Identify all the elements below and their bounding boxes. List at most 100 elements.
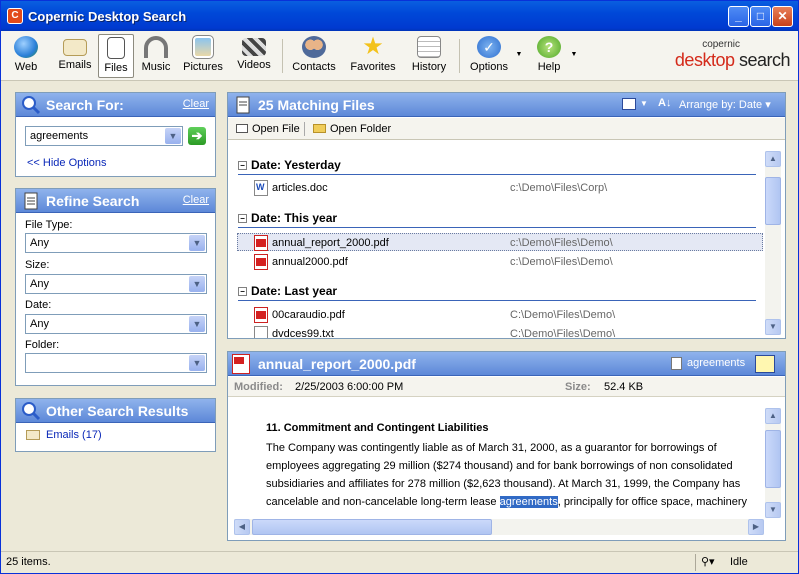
- result-row[interactable]: articles.doc c:\Demo\Files\Corp\: [254, 179, 762, 197]
- preview-filename: annual_report_2000.pdf: [258, 356, 416, 372]
- scroll-thumb[interactable]: [765, 430, 781, 488]
- status-separator: [695, 554, 696, 571]
- size-select[interactable]: Any ▼: [25, 274, 207, 294]
- group-header-this-year[interactable]: − Date: This year: [238, 211, 757, 228]
- result-row[interactable]: dvdces99.txt C:\Demo\Files\Demo\: [254, 325, 762, 338]
- toolbar-contacts-button[interactable]: Contacts: [289, 34, 339, 78]
- toolbar-history-button[interactable]: History: [407, 34, 451, 78]
- hide-options-link[interactable]: << Hide Options: [27, 157, 107, 169]
- scroll-up-icon[interactable]: ▲: [765, 151, 781, 167]
- scroll-right-icon[interactable]: ▶: [748, 519, 764, 535]
- result-row[interactable]: annual2000.pdf c:\Demo\Files\Demo\: [254, 253, 762, 271]
- chevron-down-icon[interactable]: ▼: [189, 355, 205, 371]
- open-folder-button[interactable]: Open Folder: [330, 123, 391, 135]
- preview-panel: annual_report_2000.pdf agreements Modifi…: [227, 351, 786, 541]
- main-toolbar: Web Emails Files Music Pictures Videos C…: [1, 31, 798, 81]
- preview-meta-bar: Modified: 2/25/2003 6:00:00 PM Size: 52.…: [228, 377, 785, 397]
- highlight-term[interactable]: agreements: [687, 357, 745, 369]
- scroll-thumb[interactable]: [765, 177, 781, 225]
- refine-search-title: Refine Search: [46, 193, 140, 209]
- file-path: C:\Demo\Files\Demo\: [510, 309, 616, 321]
- chevron-down-icon[interactable]: ▼: [189, 276, 205, 292]
- toolbar-files-label: Files: [104, 62, 128, 74]
- folder-select[interactable]: ▼: [25, 353, 207, 373]
- options-dropdown-arrow[interactable]: ▼: [514, 51, 524, 61]
- collapse-icon[interactable]: −: [238, 287, 247, 296]
- toolbar-videos-button[interactable]: Videos: [234, 34, 274, 78]
- toolbar-music-button[interactable]: Music: [139, 34, 173, 78]
- results-title: 25 Matching Files: [258, 97, 375, 113]
- result-row[interactable]: 00caraudio.pdf C:\Demo\Files\Demo\: [254, 306, 762, 324]
- collapse-icon[interactable]: −: [238, 161, 247, 170]
- toolbar-emails-button[interactable]: Emails: [55, 34, 95, 78]
- chevron-down-icon[interactable]: ▼: [189, 235, 205, 251]
- toolbar-web-button[interactable]: Web: [7, 34, 45, 78]
- toolbar-options-button[interactable]: ✓ Options: [466, 34, 512, 78]
- pdf-icon: [254, 307, 268, 323]
- copernic-logo: copernic desktop search: [675, 39, 791, 71]
- logo-big-text: desktop search: [675, 50, 791, 70]
- preview-text-line: cancelable and non-cancelable long-term …: [266, 493, 747, 511]
- group-header-last-year[interactable]: − Date: Last year: [238, 284, 757, 301]
- go-search-button[interactable]: ➔: [188, 127, 206, 145]
- clapperboard-icon: [242, 38, 266, 56]
- search-for-header: Search For: Clear: [16, 93, 215, 117]
- toolbar-help-button[interactable]: ? Help: [531, 34, 567, 78]
- close-button[interactable]: ✕: [772, 6, 793, 27]
- toolbar-files-button[interactable]: Files: [98, 34, 134, 78]
- preview-heading: 11. Commitment and Contingent Liabilitie…: [266, 422, 489, 434]
- refine-clear-link[interactable]: Clear: [183, 194, 209, 206]
- globe-icon: [14, 36, 38, 58]
- maximize-button[interactable]: □: [750, 6, 771, 27]
- scroll-up-icon[interactable]: ▲: [765, 408, 781, 424]
- search-status-icon[interactable]: ⚲▾: [701, 555, 715, 568]
- scroll-left-icon[interactable]: ◀: [234, 519, 250, 535]
- hscroll-thumb[interactable]: [252, 519, 492, 535]
- toolbar-favorites-button[interactable]: ★ Favorites: [347, 34, 399, 78]
- logo-small-text: copernic: [702, 39, 740, 50]
- calendar-icon: [417, 36, 441, 58]
- refine-search-header: Refine Search Clear: [16, 189, 215, 213]
- toolbar-pictures-button[interactable]: Pictures: [181, 34, 225, 78]
- minimize-button[interactable]: _: [728, 6, 749, 27]
- file-name: annual2000.pdf: [272, 256, 348, 268]
- status-bar: 25 items. ⚲▾ Idle: [1, 551, 798, 573]
- open-file-button[interactable]: Open File: [252, 123, 300, 135]
- date-select[interactable]: Any ▼: [25, 314, 207, 334]
- preview-hscrollbar[interactable]: ◀ ▶: [234, 519, 764, 535]
- scroll-down-icon[interactable]: ▼: [765, 319, 781, 335]
- toolbar-options-label: Options: [470, 61, 508, 73]
- view-mode-icon[interactable]: [622, 98, 636, 110]
- result-row-selected[interactable]: annual_report_2000.pdf c:\Demo\Files\Dem…: [237, 233, 763, 251]
- preview-vscrollbar[interactable]: ▲ ▼: [765, 408, 781, 518]
- chevron-down-icon[interactable]: ▼: [165, 128, 181, 144]
- document-icon: [24, 192, 38, 210]
- results-header: 25 Matching Files ▼ A↓ Arrange by: Date …: [228, 93, 785, 117]
- group-header-yesterday[interactable]: − Date: Yesterday: [238, 158, 756, 175]
- action-separator: [304, 122, 305, 136]
- results-scrollbar[interactable]: ▲ ▼: [765, 151, 781, 335]
- date-value: Any: [30, 318, 49, 330]
- other-results-header: Other Search Results: [16, 399, 215, 423]
- help-dropdown-arrow[interactable]: ▼: [569, 51, 579, 61]
- picture-icon: [192, 35, 214, 59]
- results-panel: 25 Matching Files ▼ A↓ Arrange by: Date …: [227, 92, 786, 339]
- scroll-down-icon[interactable]: ▼: [765, 502, 781, 518]
- collapse-icon[interactable]: −: [238, 214, 247, 223]
- toolbar-history-label: History: [411, 61, 447, 73]
- arrange-by-dropdown[interactable]: Arrange by: Date ▾: [679, 98, 771, 111]
- search-clear-link[interactable]: Clear: [183, 98, 209, 110]
- toolbar-contacts-label: Contacts: [292, 61, 336, 73]
- highlighter-icon[interactable]: [755, 355, 775, 373]
- text-file-icon: [254, 326, 268, 338]
- other-emails-link[interactable]: Emails (17): [46, 429, 102, 441]
- arrange-by-label: Arrange by: Date: [679, 99, 763, 111]
- pdf-icon: [254, 254, 268, 270]
- chevron-down-icon[interactable]: ▼: [189, 316, 205, 332]
- search-input[interactable]: agreements ▼: [25, 126, 183, 146]
- file-type-select[interactable]: Any ▼: [25, 233, 207, 253]
- view-mode-dropdown-arrow[interactable]: ▼: [640, 99, 648, 108]
- sort-az-icon: A↓: [658, 97, 672, 109]
- group-label: Date: Last year: [251, 284, 338, 298]
- results-action-bar: Open File Open Folder: [228, 118, 785, 140]
